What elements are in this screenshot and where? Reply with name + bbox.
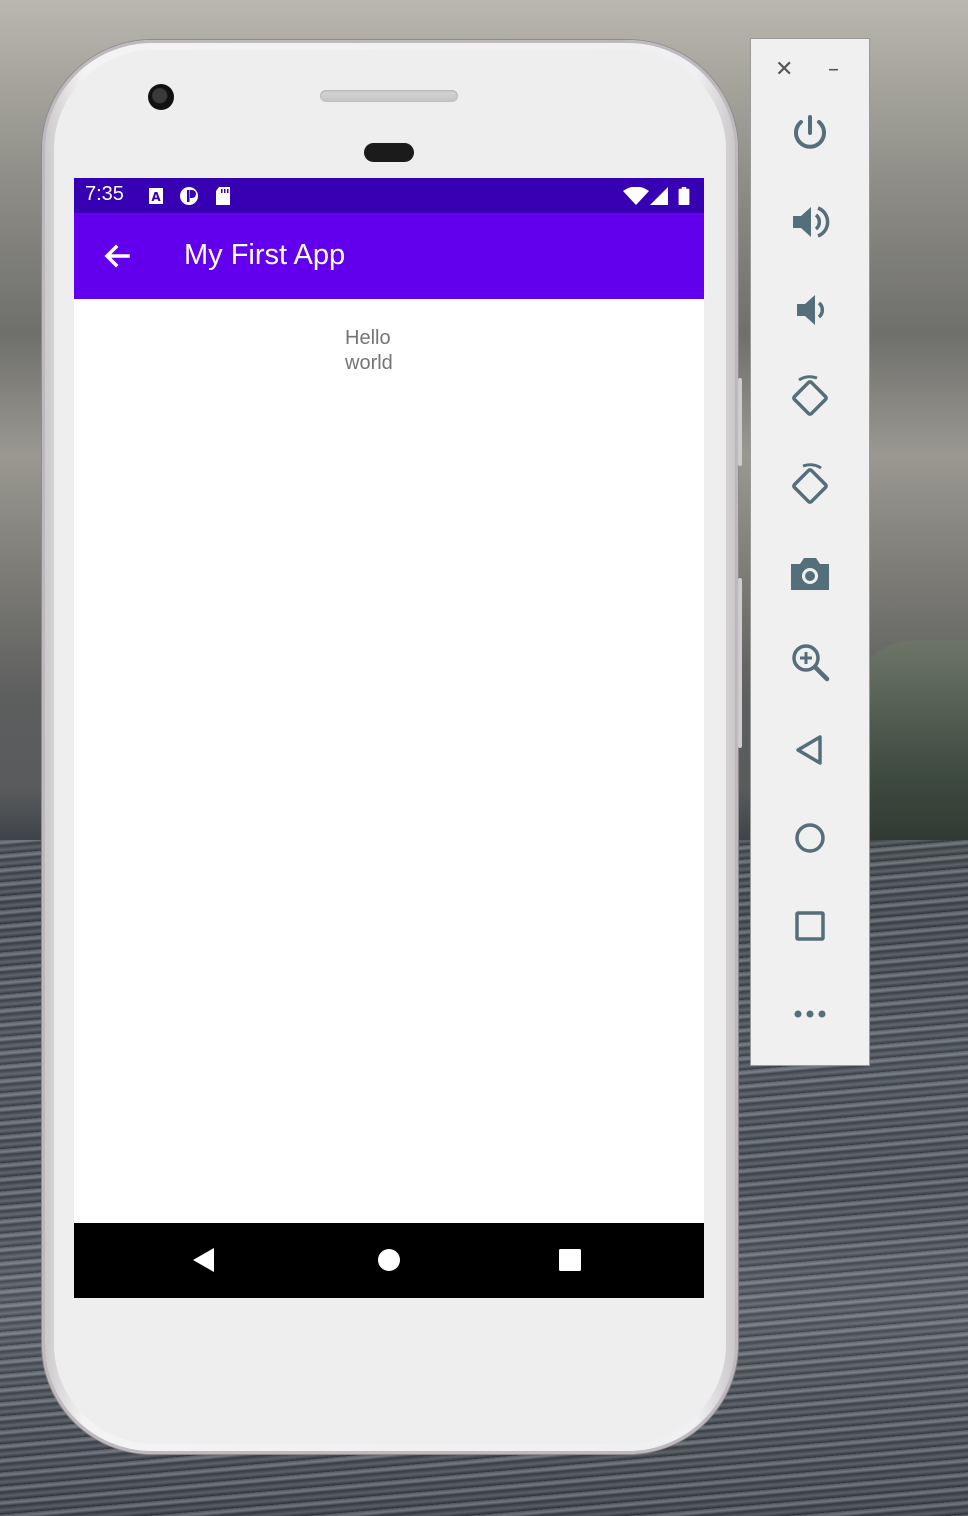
background-hill [860, 640, 968, 870]
device-screen: 7:35 A My First App Hello world [74, 178, 704, 1298]
sd-card-icon [216, 187, 230, 205]
emulator-toolbar: ✕ – [750, 38, 870, 1066]
close-icon[interactable]: ✕ [775, 57, 793, 82]
arrow-back-icon[interactable] [96, 237, 136, 277]
overview-button[interactable] [781, 897, 839, 955]
front-camera [148, 84, 174, 110]
svg-text:A: A [151, 190, 161, 204]
rotate-right-icon [792, 463, 828, 504]
battery-icon [678, 187, 690, 205]
home-circle-icon[interactable] [374, 1245, 404, 1275]
navigation-bar [74, 1223, 704, 1298]
home-icon [795, 823, 825, 853]
status-bar: 7:35 A [74, 178, 704, 213]
hello-text-line1: Hello [345, 327, 391, 349]
rotate-left-icon [792, 375, 828, 416]
page-title: My First App [184, 239, 346, 271]
camera-icon [791, 558, 829, 590]
hello-world-text: Hello world [345, 326, 425, 376]
play-protect-icon [180, 187, 198, 205]
minimize-icon[interactable]: – [828, 57, 839, 82]
more-icon [794, 1010, 826, 1018]
cell-signal-icon [650, 187, 668, 205]
zoom-button[interactable] [781, 633, 839, 691]
autofill-a-icon: A [149, 188, 163, 204]
phone-power-side-button[interactable] [738, 378, 742, 466]
proximity-sensor [364, 143, 414, 162]
volume-up-icon [793, 206, 830, 238]
phone-volume-side-button[interactable] [738, 578, 742, 748]
more-button[interactable] [781, 985, 839, 1043]
power-button[interactable] [781, 105, 839, 163]
volume-down-icon [797, 295, 825, 325]
back-icon [796, 735, 822, 765]
volume-up-button[interactable] [781, 193, 839, 251]
rotate-right-button[interactable] [781, 457, 839, 515]
overview-icon [795, 911, 825, 941]
earpiece-speaker [320, 90, 458, 102]
volume-down-button[interactable] [781, 281, 839, 339]
app-bar: My First App [74, 213, 704, 299]
home-button[interactable] [781, 809, 839, 867]
status-time: 7:35 [85, 183, 124, 205]
rotate-left-button[interactable] [781, 369, 839, 427]
back-triangle-icon[interactable] [190, 1245, 220, 1275]
back-button[interactable] [781, 721, 839, 779]
wifi-icon [623, 187, 649, 205]
zoom-icon [792, 644, 830, 682]
screenshot-button[interactable] [781, 545, 839, 603]
hello-text-line2: world [345, 352, 393, 374]
overview-square-icon[interactable] [555, 1245, 585, 1275]
power-icon [794, 115, 826, 149]
